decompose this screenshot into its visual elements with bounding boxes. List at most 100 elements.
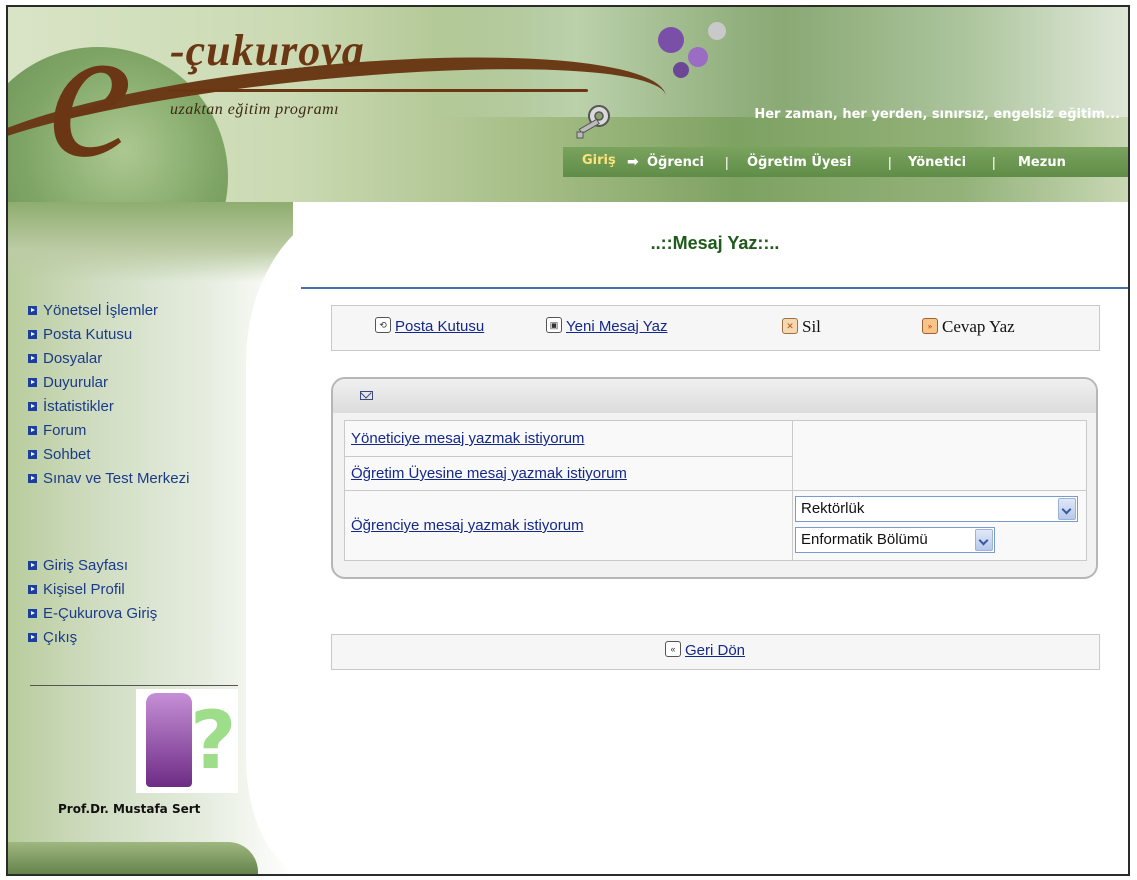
department-select[interactable]: Enformatik Bölümü: [795, 527, 995, 553]
sidebar-item-label: Sınav ve Test Merkezi: [43, 470, 190, 487]
table-row: Öğrenciye mesaj yazmak istiyorum Rektörl…: [344, 490, 1087, 561]
keys-icon: [576, 105, 610, 139]
double-chevron-left-icon: «: [665, 641, 681, 658]
bullet-arrow-icon: [28, 425, 37, 435]
table-cell: Rektörlük Enformatik Bölümü: [792, 490, 1087, 561]
chevron-down-icon[interactable]: [975, 529, 993, 551]
link-to-faculty[interactable]: Öğretim Üyesine mesaj yazmak istiyorum: [351, 465, 627, 482]
sidebar-menu-primary: Yönetsel İşlemler Posta Kutusu Dosyalar …: [28, 299, 189, 491]
brand-logo-e: e: [48, 7, 133, 197]
sidebar-item-label: Forum: [43, 422, 87, 439]
bullet-arrow-icon: [28, 608, 37, 618]
sidebar-item-label: Duyurular: [43, 374, 109, 391]
reply-icon: »: [922, 318, 938, 335]
delete-icon: ✕: [782, 318, 798, 335]
bullet-arrow-icon: [28, 329, 37, 339]
brand-name: -çukurova: [170, 26, 365, 75]
table-cell: [792, 420, 1087, 491]
link-to-student[interactable]: Öğrenciye mesaj yazmak istiyorum: [351, 517, 584, 534]
arrow-right-icon: ➡: [627, 154, 639, 170]
bullet-arrow-icon: [28, 560, 37, 570]
sidebar-item-sinav-test-merkezi[interactable]: Sınav ve Test Merkezi: [28, 467, 189, 491]
bullet-arrow-icon: [28, 449, 37, 459]
brand-underline: [168, 89, 588, 92]
role-navbar: Giriş ➡ Öğrenci | Öğretim Üyesi | Yöneti…: [563, 147, 1128, 177]
unit-select-value: Rektörlük: [801, 500, 865, 517]
sidebar-item-label: Yönetsel İşlemler: [43, 302, 159, 319]
sidebar-item-label: Dosyalar: [43, 350, 103, 367]
back-bar: «Geri Dön: [331, 634, 1100, 670]
reply-button[interactable]: » Cevap Yaz: [922, 317, 1015, 337]
table-row: Yöneticiye mesaj yazmak istiyorum: [344, 420, 1087, 491]
unit-select[interactable]: Rektörlük: [795, 496, 1078, 522]
molecule-graphic: [658, 27, 684, 53]
inbox-icon: ⟲: [375, 317, 391, 334]
envelope-icon: [360, 391, 373, 400]
page-frame: e -çukurova uzaktan eğitim programı Her …: [6, 5, 1130, 876]
sidebar-footer-band: [8, 842, 258, 874]
sidebar-item-label: E-Çukurova Giriş: [43, 605, 158, 622]
molecule-graphic: [673, 62, 689, 78]
sidebar-item-cikis[interactable]: Çıkış: [28, 626, 157, 650]
sidebar-item-yonetsel-islemler[interactable]: Yönetsel İşlemler: [28, 299, 189, 323]
new-message-icon: ▣: [546, 317, 562, 334]
sidebar-item-forum[interactable]: Forum: [28, 419, 189, 443]
nav-ogrenci[interactable]: Öğrenci: [647, 155, 704, 170]
panel-header: [333, 379, 1096, 413]
recipient-table: Yöneticiye mesaj yazmak istiyorum Öğreti…: [344, 420, 1087, 561]
brand-subtitle: uzaktan eğitim programı: [170, 101, 340, 118]
bullet-arrow-icon: [28, 584, 37, 594]
molecule-graphic: [688, 47, 708, 67]
sidebar-divider: [30, 685, 238, 686]
person-silhouette: [146, 693, 192, 787]
recipient-panel: Yöneticiye mesaj yazmak istiyorum Öğreti…: [331, 377, 1098, 579]
department-select-value: Enformatik Bölümü: [801, 531, 928, 548]
new-message-button[interactable]: ▣ Yeni Mesaj Yaz: [546, 317, 667, 335]
sidebar-top-band: [8, 202, 293, 282]
sidebar-item-istatistikler[interactable]: İstatistikler: [28, 395, 189, 419]
question-mark-icon: ?: [190, 694, 237, 787]
sidebar-item-label: Posta Kutusu: [43, 326, 133, 343]
sidebar: Yönetsel İşlemler Posta Kutusu Dosyalar …: [8, 202, 366, 874]
bullet-arrow-icon: [28, 632, 37, 642]
delete-button[interactable]: ✕ Sil: [782, 317, 821, 337]
profile-photo: ?: [136, 689, 238, 793]
page-title: ..::Mesaj Yaz::..: [650, 233, 780, 253]
slogan: Her zaman, her yerden, sınırsız, engelsi…: [754, 107, 1120, 122]
sidebar-item-sohbet[interactable]: Sohbet: [28, 443, 189, 467]
sidebar-menu-secondary: Giriş Sayfası Kişisel Profil E-Çukurova …: [28, 554, 157, 650]
sidebar-item-posta-kutusu[interactable]: Posta Kutusu: [28, 323, 189, 347]
nav-ogretim-uyesi[interactable]: Öğretim Üyesi: [747, 155, 851, 170]
inbox-button[interactable]: ⟲ Posta Kutusu: [375, 317, 484, 335]
back-button[interactable]: «Geri Dön: [665, 641, 745, 659]
nav-mezun[interactable]: Mezun: [1018, 155, 1066, 170]
nav-separator: |: [888, 154, 892, 170]
sidebar-item-dosyalar[interactable]: Dosyalar: [28, 347, 189, 371]
sidebar-item-giris-sayfasi[interactable]: Giriş Sayfası: [28, 554, 157, 578]
nav-separator: |: [992, 154, 996, 170]
sidebar-item-label: İstatistikler: [43, 398, 114, 415]
bullet-arrow-icon: [28, 377, 37, 387]
nav-giris-label: Giriş: [582, 153, 616, 168]
chevron-down-icon[interactable]: [1058, 498, 1076, 520]
bullet-arrow-icon: [28, 473, 37, 483]
sidebar-item-kisisel-profil[interactable]: Kişisel Profil: [28, 578, 157, 602]
table-cell: Öğretim Üyesine mesaj yazmak istiyorum: [344, 456, 793, 491]
title-divider: [301, 287, 1128, 289]
bullet-arrow-icon: [28, 401, 37, 411]
nav-yonetici[interactable]: Yönetici: [908, 155, 966, 170]
sidebar-item-label: Kişisel Profil: [43, 581, 125, 598]
table-cell: Öğrenciye mesaj yazmak istiyorum: [344, 490, 793, 561]
link-to-admin[interactable]: Yöneticiye mesaj yazmak istiyorum: [351, 430, 584, 447]
profile-name: Prof.Dr. Mustafa Sert: [58, 802, 201, 816]
site-header: e -çukurova uzaktan eğitim programı Her …: [8, 7, 1128, 202]
sidebar-item-label: Çıkış: [43, 629, 78, 646]
molecule-graphic: [708, 22, 726, 40]
sidebar-item-e-cukurova-giris[interactable]: E-Çukurova Giriş: [28, 602, 157, 626]
nav-separator: |: [725, 154, 729, 170]
sidebar-item-duyurular[interactable]: Duyurular: [28, 371, 189, 395]
bullet-arrow-icon: [28, 305, 37, 315]
table-cell: Yöneticiye mesaj yazmak istiyorum: [344, 420, 793, 457]
sidebar-item-label: Sohbet: [43, 446, 91, 463]
message-toolbar: ⟲ Posta Kutusu ▣ Yeni Mesaj Yaz ✕ Sil » Ceva…: [331, 305, 1100, 351]
